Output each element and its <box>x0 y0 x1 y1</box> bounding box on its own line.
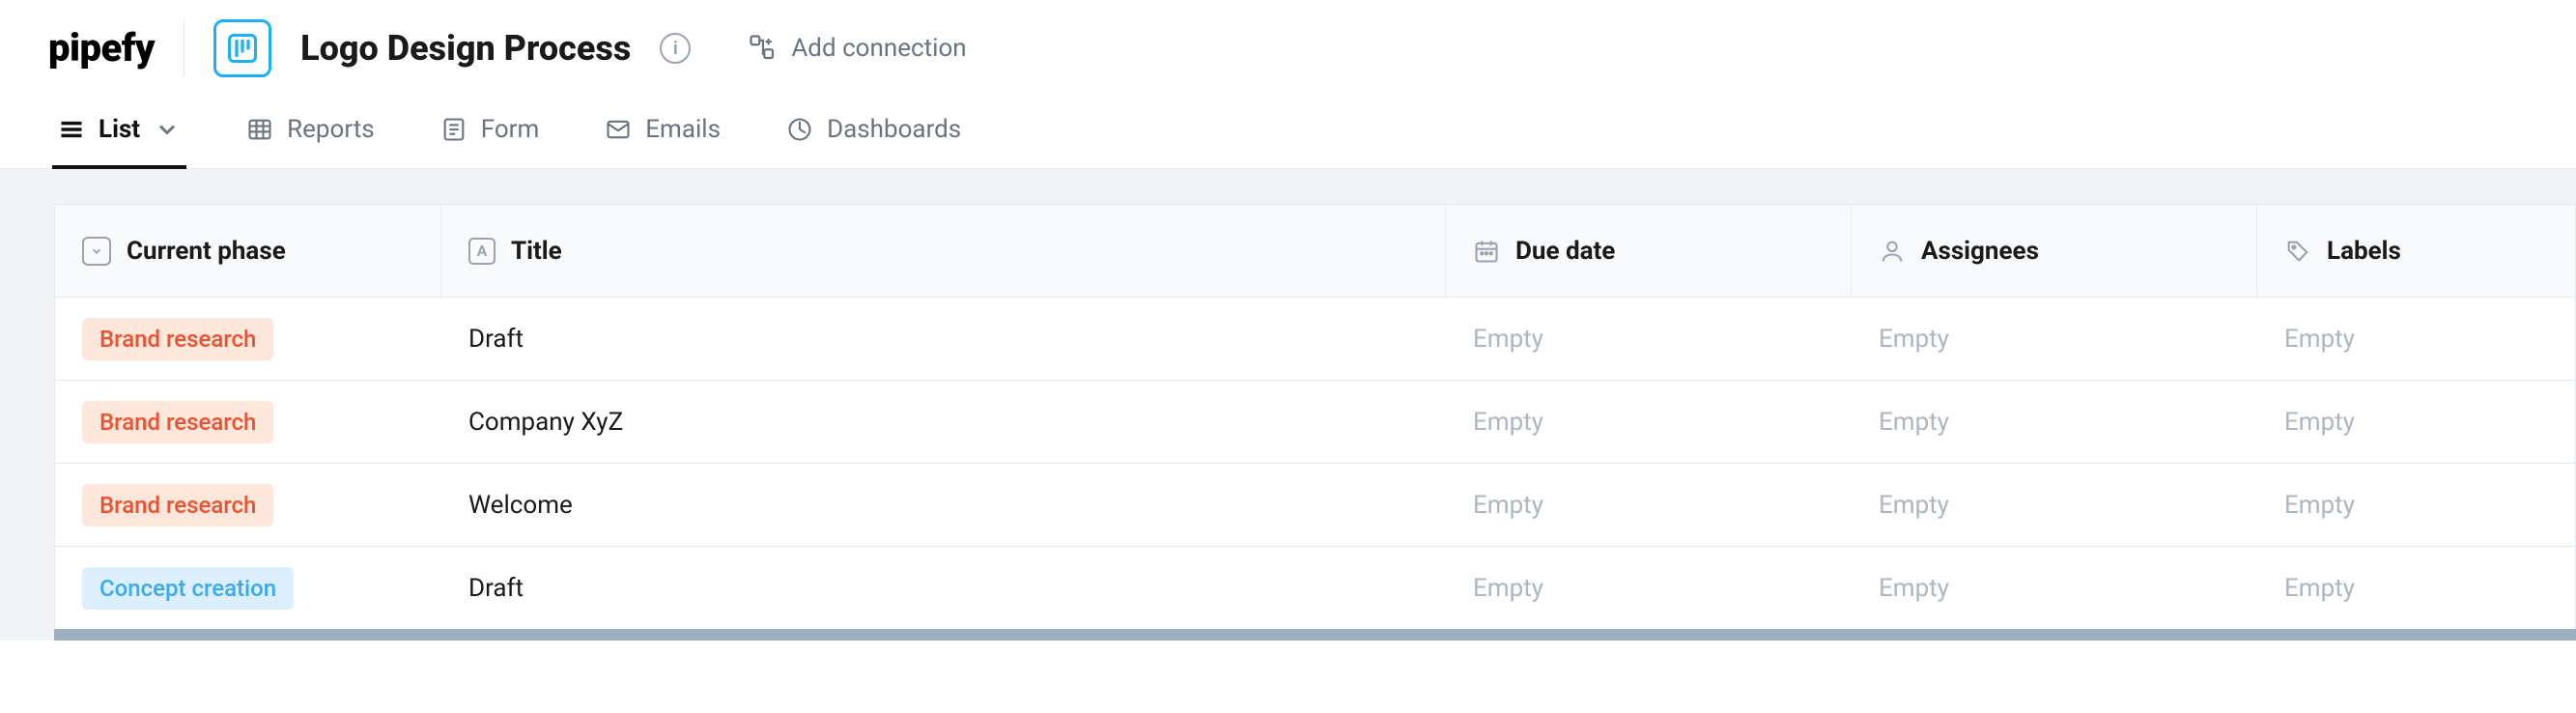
view-tabs: List Reports Form Emails <box>0 95 2576 169</box>
cell-title[interactable]: Company XyZ <box>441 381 1446 463</box>
cell-title[interactable]: Draft <box>441 298 1446 380</box>
phase-column-icon <box>82 237 111 266</box>
horizontal-scrollbar[interactable] <box>54 629 2576 641</box>
table-row[interactable]: Brand research Draft Empty Empty Empty <box>55 298 2575 381</box>
connection-icon <box>749 34 778 63</box>
reports-icon <box>246 116 273 143</box>
column-header-title[interactable]: A Title <box>441 205 1446 297</box>
empty-placeholder: Empty <box>1473 491 1543 520</box>
chevron-down-icon <box>154 116 181 143</box>
empty-placeholder: Empty <box>1879 574 1949 603</box>
person-icon <box>1879 238 1906 265</box>
phase-badge: Brand research <box>82 318 273 360</box>
tab-reports[interactable]: Reports <box>241 96 381 169</box>
cell-labels[interactable]: Empty <box>2257 381 2575 463</box>
column-header-labels[interactable]: Labels <box>2257 205 2575 297</box>
column-header-phase[interactable]: Current phase <box>55 205 441 297</box>
cell-assignees[interactable]: Empty <box>1852 381 2257 463</box>
add-connection-button[interactable]: Add connection <box>749 34 966 63</box>
empty-placeholder: Empty <box>2284 325 2355 354</box>
empty-placeholder: Empty <box>1879 325 1949 354</box>
tab-list[interactable]: List <box>52 96 186 169</box>
cell-phase[interactable]: Concept creation <box>55 547 441 629</box>
board-icon <box>225 31 260 66</box>
phase-badge: Brand research <box>82 484 273 527</box>
tab-form[interactable]: Form <box>435 96 546 169</box>
tab-dashboards[interactable]: Dashboards <box>780 96 967 169</box>
phase-badge: Concept creation <box>82 567 294 610</box>
cell-phase[interactable]: Brand research <box>55 464 441 546</box>
dashboards-icon <box>786 116 813 143</box>
table-row[interactable]: Brand research Company XyZ Empty Empty Empty <box>55 381 2575 464</box>
cell-due-date[interactable]: Empty <box>1446 464 1852 546</box>
phase-badge: Brand research <box>82 401 273 443</box>
empty-placeholder: Empty <box>2284 491 2355 520</box>
table-row[interactable]: Concept creation Draft Empty Empty Empty <box>55 547 2575 630</box>
cell-due-date[interactable]: Empty <box>1446 381 1852 463</box>
list-icon <box>58 116 85 143</box>
tab-emails[interactable]: Emails <box>599 96 726 169</box>
cell-labels[interactable]: Empty <box>2257 464 2575 546</box>
empty-placeholder: Empty <box>1473 325 1543 354</box>
tab-label: Dashboards <box>827 115 961 144</box>
empty-placeholder: Empty <box>1473 408 1543 437</box>
column-header-label: Labels <box>2327 237 2401 266</box>
tab-label: Emails <box>645 115 721 144</box>
app-header: pipefy Logo Design Process i Add connect… <box>0 0 2576 95</box>
cell-labels[interactable]: Empty <box>2257 547 2575 629</box>
column-header-label: Due date <box>1515 237 1615 266</box>
cell-labels[interactable]: Empty <box>2257 298 2575 380</box>
brand-logo: pipefy <box>48 29 155 68</box>
pipe-icon[interactable] <box>213 19 271 77</box>
empty-placeholder: Empty <box>2284 574 2355 603</box>
column-header-label: Title <box>511 237 562 266</box>
tab-label: List <box>99 115 140 144</box>
column-header-label: Assignees <box>1921 237 2039 266</box>
add-connection-label: Add connection <box>791 34 966 63</box>
content-area: Current phase A Title <box>0 169 2576 641</box>
empty-placeholder: Empty <box>1473 574 1543 603</box>
emails-icon <box>605 116 632 143</box>
tag-icon <box>2284 238 2311 265</box>
tab-label: Form <box>481 115 540 144</box>
cell-title[interactable]: Welcome <box>441 464 1446 546</box>
cell-phase[interactable]: Brand research <box>55 381 441 463</box>
cell-assignees[interactable]: Empty <box>1852 547 2257 629</box>
cell-assignees[interactable]: Empty <box>1852 464 2257 546</box>
form-icon <box>440 116 467 143</box>
cards-table: Current phase A Title <box>54 204 2576 630</box>
empty-placeholder: Empty <box>1879 491 1949 520</box>
cell-due-date[interactable]: Empty <box>1446 298 1852 380</box>
empty-placeholder: Empty <box>1879 408 1949 437</box>
column-header-label: Current phase <box>127 237 286 266</box>
cell-title[interactable]: Draft <box>441 547 1446 629</box>
column-header-due-date[interactable]: Due date <box>1446 205 1852 297</box>
info-icon[interactable]: i <box>660 33 691 64</box>
calendar-icon <box>1473 238 1500 265</box>
text-column-icon: A <box>468 238 495 265</box>
column-header-assignees[interactable]: Assignees <box>1852 205 2257 297</box>
tab-label: Reports <box>287 115 375 144</box>
cell-due-date[interactable]: Empty <box>1446 547 1852 629</box>
table-header-row: Current phase A Title <box>55 205 2575 298</box>
cell-assignees[interactable]: Empty <box>1852 298 2257 380</box>
cell-phase[interactable]: Brand research <box>55 298 441 380</box>
pipe-title[interactable]: Logo Design Process <box>300 28 631 69</box>
table-row[interactable]: Brand research Welcome Empty Empty Empty <box>55 464 2575 547</box>
empty-placeholder: Empty <box>2284 408 2355 437</box>
